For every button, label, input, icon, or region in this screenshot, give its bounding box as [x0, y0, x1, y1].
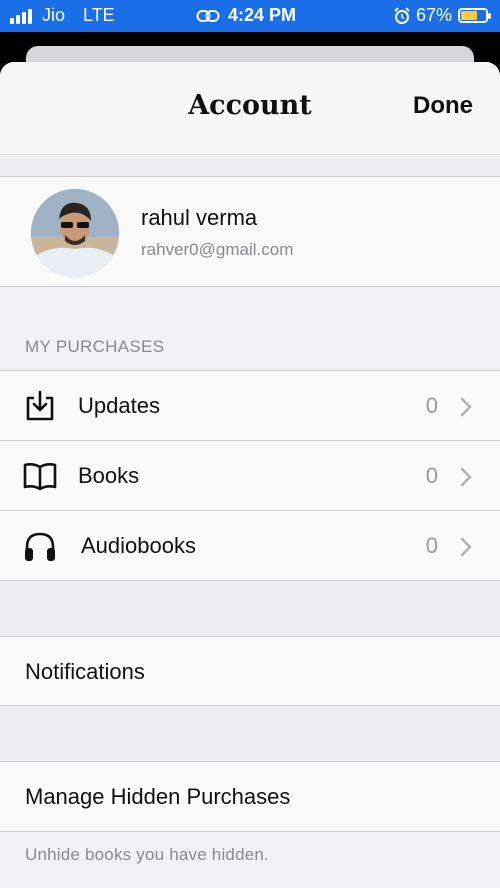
row-count: 0	[425, 463, 438, 488]
chevron-right-icon	[460, 467, 472, 487]
battery-fill	[461, 11, 478, 20]
battery-percent: 67%	[415, 5, 452, 25]
status-center: 4:24 PM	[196, 5, 296, 26]
link-icon	[196, 9, 220, 22]
row-count: 0	[425, 393, 438, 418]
spacer	[0, 581, 500, 637]
row-updates[interactable]: Updates 0	[0, 371, 500, 441]
done-button[interactable]: Done	[413, 92, 473, 120]
row-label: Notifications	[25, 659, 145, 684]
carrier-label: Jio	[42, 5, 66, 25]
row-notifications[interactable]: Notifications	[0, 637, 500, 706]
battery-icon	[458, 8, 491, 23]
row-count: 0	[425, 533, 438, 558]
network-label: LTE	[83, 5, 115, 25]
open-book-icon	[23, 463, 57, 491]
status-right: 67%	[394, 5, 491, 26]
section-header-purchases: MY PURCHASES	[0, 287, 500, 371]
status-left: Jio LTE	[10, 5, 115, 26]
row-manage-hidden[interactable]: Manage Hidden Purchases	[0, 762, 500, 832]
nav-header: Account Done	[0, 62, 500, 154]
hidden-footnote: Unhide books you have hidden.	[0, 832, 500, 882]
clock-time: 4:24 PM	[228, 5, 297, 25]
row-label: Manage Hidden Purchases	[25, 784, 291, 809]
footnote-text: Unhide books you have hidden.	[25, 845, 269, 864]
chevron-right-icon	[460, 397, 472, 417]
row-audiobooks[interactable]: Audiobooks 0	[0, 511, 500, 581]
avatar	[31, 189, 119, 277]
account-sheet: Account Done rahul verma rahver0@gmail.c…	[0, 62, 500, 888]
row-label: Books	[78, 463, 140, 488]
headphones-icon	[25, 532, 55, 561]
row-books[interactable]: Books 0	[0, 441, 500, 511]
chevron-right-icon	[460, 537, 472, 557]
row-label: Updates	[78, 393, 160, 418]
status-bar: Jio LTE 4:24 PM 67%	[0, 0, 500, 32]
alarm-icon	[394, 6, 410, 24]
spacer	[0, 706, 500, 762]
download-tray-icon	[26, 390, 54, 421]
profile-email: rahver0@gmail.com	[141, 240, 294, 259]
avatar-photo	[31, 189, 119, 277]
row-label: Audiobooks	[81, 533, 196, 558]
section-title: MY PURCHASES	[25, 337, 165, 356]
profile-name: rahul verma	[141, 205, 258, 230]
spacer	[0, 154, 500, 177]
signal-icon	[10, 8, 32, 24]
profile-row[interactable]: rahul verma rahver0@gmail.com	[0, 177, 500, 287]
